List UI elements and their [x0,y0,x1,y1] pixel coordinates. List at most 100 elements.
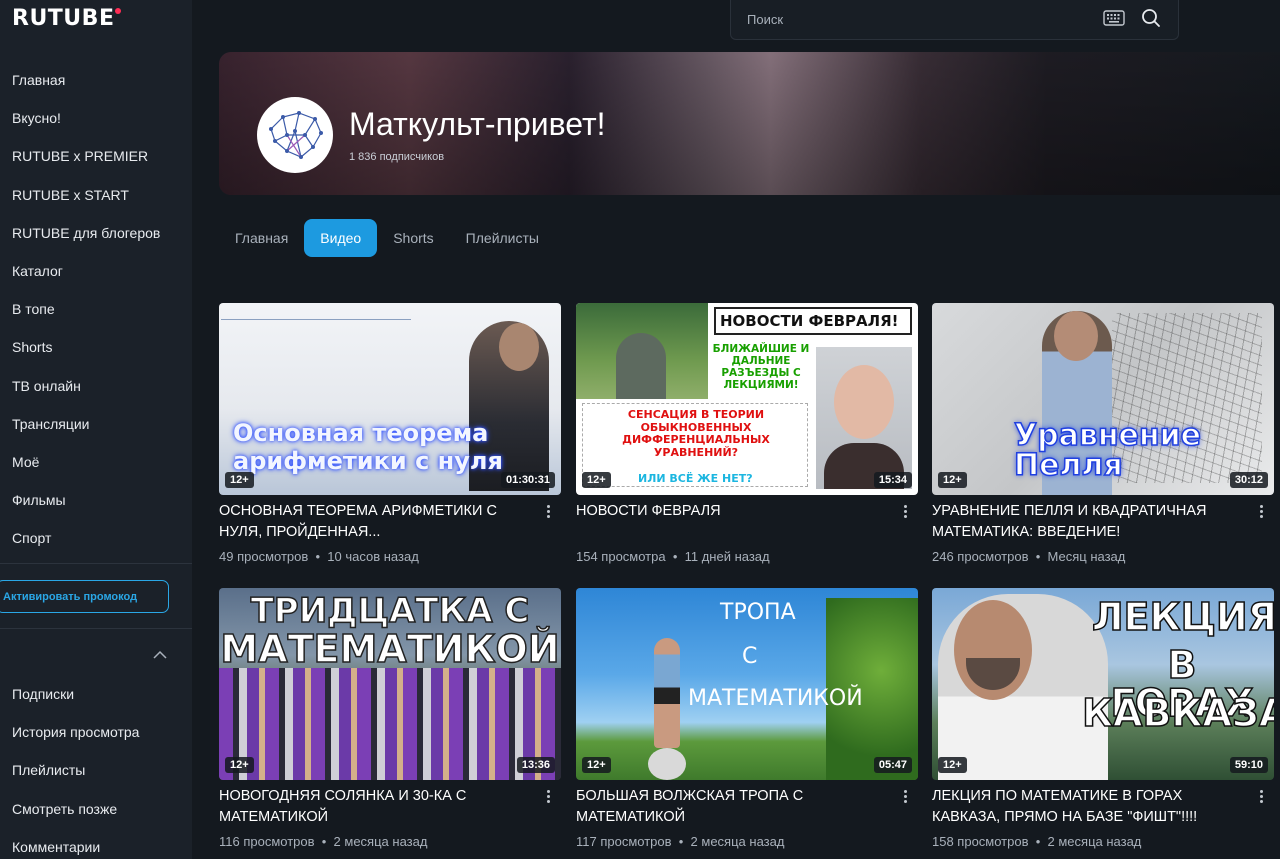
thumbnail-title-line: ТРИДЦАТКА С [250,591,530,631]
sidebar-item-top[interactable]: В топе [0,290,192,328]
sidebar-item-comments[interactable]: Комментарии [0,828,192,859]
video-title[interactable]: НОВОСТИ ФЕВРАЛЯ [576,501,886,522]
thumbnail-title-line: арифметики с нуля [233,447,503,475]
upload-date: 2 месяца назад [1047,834,1142,849]
duration-badge: 13:36 [516,757,555,773]
video-title[interactable]: БОЛЬШАЯ ВОЛЖСКАЯ ТРОПА С МАТЕМАТИКОЙ [576,786,886,828]
age-rating-badge: 12+ [938,472,967,488]
video-title[interactable]: ЛЕКЦИЯ ПО МАТЕМАТИКЕ В ГОРАХ КАВКАЗА, ПР… [932,786,1242,828]
video-thumbnail[interactable]: Уравнение Пелля 12+ 30:12 [932,303,1274,495]
channel-title: Маткульт-привет! [349,106,606,142]
sidebar: RUTUBE Главная Вкусно! RUTUBE x PREMIER … [0,0,192,859]
channel-avatar[interactable] [257,97,333,173]
sidebar-divider [0,628,192,629]
video-meta: 116 просмотров • 2 месяца назад [219,834,428,849]
sidebar-divider [0,563,192,564]
view-count: 116 просмотров [219,834,315,849]
video-title[interactable]: УРАВНЕНИЕ ПЕЛЛЯ И КВАДРАТИЧНАЯ МАТЕМАТИК… [932,501,1242,543]
duration-badge: 30:12 [1229,472,1268,488]
tab-video[interactable]: Видео [304,219,378,257]
upload-date: 2 месяца назад [690,834,785,849]
sidebar-item-catalog[interactable]: Каталог [0,252,192,290]
view-count: 154 просмотра [576,549,666,564]
video-thumbnail[interactable]: НОВОСТИ ФЕВРАЛЯ! БЛИЖАЙШИЕ И ДАЛЬНИЕ РАЗ… [576,303,918,495]
subscriber-count: 1 836 подписчиков [349,151,445,163]
more-options-icon[interactable] [1256,788,1266,808]
view-count: 246 просмотров [932,549,1029,564]
sidebar-item-playlists[interactable]: Плейлисты [0,751,192,789]
search-icon[interactable] [1141,8,1161,28]
sidebar-item-start[interactable]: RUTUBE x START [0,176,192,214]
video-meta: 246 просмотров • Месяц назад [932,549,1126,564]
sidebar-item-watch-later[interactable]: Смотреть позже [0,790,192,828]
duration-badge: 59:10 [1229,757,1268,773]
upload-date: 2 месяца назад [333,834,428,849]
video-title[interactable]: НОВОГОДНЯЯ СОЛЯНКА И 30-КА С МАТЕМАТИКОЙ [219,786,529,828]
thumbnail-subtext: ИЛИ ВСЁ ЖЕ НЕТ? [638,472,753,485]
more-options-icon[interactable] [900,788,910,808]
sidebar-item-premier[interactable]: RUTUBE x PREMIER [0,137,192,175]
sidebar-nav-personal: Подписки История просмотра Плейлисты Смо… [0,675,192,859]
view-count: 158 просмотров [932,834,1029,849]
age-rating-badge: 12+ [938,757,967,773]
age-rating-badge: 12+ [225,757,254,773]
logo-dot-icon [115,8,122,14]
sidebar-item-home[interactable]: Главная [0,61,192,99]
more-options-icon[interactable] [543,503,553,523]
rutube-logo[interactable]: RUTUBE [12,6,122,31]
sidebar-item-vkusno[interactable]: Вкусно! [0,99,192,137]
sidebar-item-mine[interactable]: Моё [0,443,192,481]
upload-date: 10 часов назад [327,549,419,564]
thumbnail-subtext: СЕНСАЦИЯ В ТЕОРИИ ОБЫКНОВЕННЫХ ДИФФЕРЕНЦ… [622,408,770,459]
activate-promo-button[interactable]: Активировать промокод [0,580,169,613]
duration-badge: 15:34 [873,472,912,488]
video-title[interactable]: ОСНОВНАЯ ТЕОРЕМА АРИФМЕТИКИ С НУЛЯ, ПРОЙ… [219,501,529,543]
network-logo-icon [269,111,323,159]
video-thumbnail[interactable]: Основная теорема арифметики с нуля 12+ 0… [219,303,561,495]
thumbnail-title-line: С [742,644,758,669]
duration-badge: 05:47 [873,757,912,773]
upload-date: Месяц назад [1047,549,1126,564]
video-thumbnail[interactable]: ЛЕКЦИЯ В ГОРАХ КАВКАЗА 12+ 59:10 [932,588,1274,780]
more-options-icon[interactable] [1256,503,1266,523]
sidebar-item-films[interactable]: Фильмы [0,481,192,519]
thumbnail-title-line: ТРОПА [720,600,796,625]
sidebar-item-sport[interactable]: Спорт [0,519,192,557]
more-options-icon[interactable] [543,788,553,808]
age-rating-badge: 12+ [225,472,254,488]
age-rating-badge: 12+ [582,757,611,773]
view-count: 49 просмотров [219,549,309,564]
upload-date: 11 дней назад [684,549,770,564]
sidebar-item-bloggers[interactable]: RUTUBE для блогеров [0,214,192,252]
search-bar [730,0,1179,40]
thumbnail-headline: НОВОСТИ ФЕВРАЛЯ! [720,312,899,330]
thumbnail-title-line: Основная теорема [233,419,489,447]
more-options-icon[interactable] [900,503,910,523]
thumbnail-title-line: МАТЕМАТИКОЙ [220,627,561,671]
channel-tabs: Главная Видео Shorts Плейлисты [219,219,555,257]
sidebar-item-tv[interactable]: ТВ онлайн [0,367,192,405]
video-meta: 154 просмотра • 11 дней назад [576,549,770,564]
sidebar-nav: Главная Вкусно! RUTUBE x PREMIER RUTUBE … [0,61,192,557]
tab-home[interactable]: Главная [219,219,304,257]
keyboard-icon[interactable] [1103,10,1125,26]
thumbnail-title-line: КАВКАЗА [1081,691,1274,735]
sidebar-item-subscriptions[interactable]: Подписки [0,675,192,713]
sidebar-item-streams[interactable]: Трансляции [0,405,192,443]
search-input[interactable] [747,9,1077,29]
video-thumbnail[interactable]: ТРОПА С МАТЕМАТИКОЙ 12+ 05:47 [576,588,918,780]
sidebar-item-shorts[interactable]: Shorts [0,328,192,366]
age-rating-badge: 12+ [582,472,611,488]
thumbnail-title-line: ЛЕКЦИЯ [1091,595,1274,639]
chevron-up-icon[interactable] [152,647,168,663]
video-thumbnail[interactable]: ТРИДЦАТКА С МАТЕМАТИКОЙ 12+ 13:36 [219,588,561,780]
thumbnail-title-line: МАТЕМАТИКОЙ [688,686,863,711]
sidebar-item-history[interactable]: История просмотра [0,713,192,751]
video-meta: 158 просмотров • 2 месяца назад [932,834,1142,849]
thumbnail-subtext: БЛИЖАЙШИЕ И ДАЛЬНИЕ РАЗЪЕЗДЫ С ЛЕКЦИЯМИ! [712,343,810,391]
duration-badge: 01:30:31 [500,472,555,488]
tab-playlists[interactable]: Плейлисты [450,219,555,257]
video-meta: 117 просмотров • 2 месяца назад [576,834,785,849]
tab-shorts[interactable]: Shorts [377,219,449,257]
view-count: 117 просмотров [576,834,672,849]
